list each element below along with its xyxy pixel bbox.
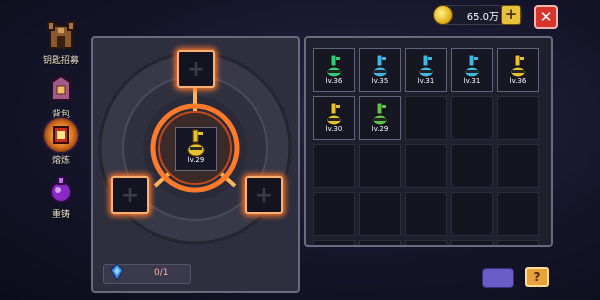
castle-tower-icon <box>44 18 78 52</box>
inventory-slot-empty[interactable] <box>497 240 539 245</box>
gold-key-icon <box>326 102 342 126</box>
inventory-slot[interactable]: lv.29 <box>359 96 401 140</box>
inventory-slot-empty[interactable] <box>313 192 355 236</box>
inventory-slot-empty[interactable] <box>313 144 355 188</box>
inventory-slot-empty[interactable] <box>497 96 539 140</box>
blue-key-icon <box>464 54 480 78</box>
blue-key-icon <box>418 54 434 78</box>
inventory-panel: lv.36 lv.35 lv.31 lv.31 lv.36 lv.30 lv.29 <box>304 36 553 247</box>
inventory-slot-empty[interactable] <box>405 144 447 188</box>
blue-gem-icon <box>110 263 124 281</box>
inventory-slot[interactable]: lv.30 <box>313 96 355 140</box>
bag-icon <box>44 72 78 106</box>
inventory-slot-empty[interactable] <box>497 144 539 188</box>
item-level: lv.31 <box>417 77 435 85</box>
inventory-slot-empty[interactable] <box>451 240 493 245</box>
gold-key-icon <box>187 129 205 157</box>
inventory-slot-empty[interactable] <box>313 240 355 245</box>
forge-slot-top[interactable]: + <box>177 50 215 88</box>
inventory-slot-empty[interactable] <box>451 144 493 188</box>
inventory-slot[interactable]: lv.31 <box>405 48 447 92</box>
item-level: lv.35 <box>371 77 389 85</box>
inventory-slot-empty[interactable] <box>451 192 493 236</box>
essence-value: 0/1 <box>154 268 169 278</box>
item-level: lv.30 <box>325 125 343 133</box>
gold-key-icon <box>510 54 526 78</box>
sidebar-item-key-recruit[interactable]: 钥匙招募 <box>30 18 92 74</box>
sort-button[interactable] <box>482 268 514 288</box>
inventory-slot-empty[interactable] <box>359 144 401 188</box>
sidebar-item-smelt[interactable]: 熔炼 <box>30 118 92 174</box>
inventory-slot-empty[interactable] <box>405 96 447 140</box>
inventory-slot-empty[interactable] <box>405 240 447 245</box>
item-level: lv.36 <box>509 77 527 85</box>
forge-panel: + + + lv.29 0/1 <box>91 36 300 293</box>
forge-slot-left[interactable]: + <box>111 176 149 214</box>
item-level: lv.36 <box>325 77 343 85</box>
gold-currency-bar: 65.0万 + <box>433 5 522 25</box>
forge-slot-right[interactable]: + <box>245 176 283 214</box>
inventory-slot-empty[interactable] <box>359 240 401 245</box>
item-level: lv.29 <box>187 156 205 164</box>
forge-result-slot[interactable]: lv.29 <box>175 127 217 171</box>
inventory-slot-empty[interactable] <box>359 192 401 236</box>
inventory-slot-empty[interactable] <box>451 96 493 140</box>
recast-potion-icon <box>44 172 78 206</box>
item-level: lv.29 <box>371 125 389 133</box>
smelt-icon <box>44 118 78 152</box>
sidebar-item-label: 钥匙招募 <box>42 56 79 66</box>
sidebar-item-label: 熔炼 <box>51 156 70 166</box>
gold-amount: 65.0万 <box>466 12 499 23</box>
inventory-slot[interactable]: lv.36 <box>313 48 355 92</box>
add-gold-button[interactable]: + <box>501 5 521 25</box>
green-crown-key-icon <box>326 54 342 78</box>
essence-counter: 0/1 <box>103 263 191 284</box>
inventory-slot[interactable]: lv.36 <box>497 48 539 92</box>
inventory-slot[interactable]: lv.35 <box>359 48 401 92</box>
gold-coin-icon <box>433 5 453 25</box>
inventory-slot-empty[interactable] <box>497 192 539 236</box>
sidebar-item-label: 重铸 <box>51 210 70 220</box>
green-key-icon <box>372 102 388 126</box>
close-button[interactable]: ✕ <box>534 5 558 29</box>
item-level: lv.31 <box>463 77 481 85</box>
inventory-grid: lv.36 lv.35 lv.31 lv.31 lv.36 lv.30 lv.29 <box>313 48 539 245</box>
inventory-slot-empty[interactable] <box>405 192 447 236</box>
blue-key-icon <box>372 54 388 78</box>
sidebar-item-recast[interactable]: 重铸 <box>30 172 92 228</box>
help-button[interactable]: ? <box>525 267 549 287</box>
inventory-slot[interactable]: lv.31 <box>451 48 493 92</box>
